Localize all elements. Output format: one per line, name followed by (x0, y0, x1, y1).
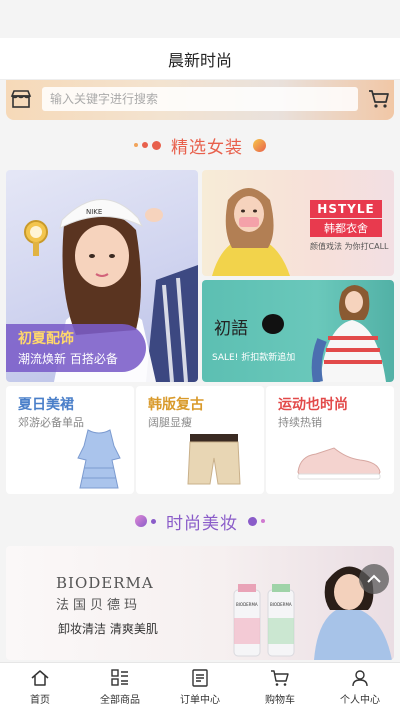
promo-card-chuyu[interactable]: 初語 SALE! 折扣款新追加 (202, 280, 394, 382)
sale-text: SALE! 折扣款新追加 (212, 353, 296, 363)
top-header: 晨新时尚 (0, 38, 400, 80)
shorts-image (187, 434, 241, 485)
decor-dots-left (134, 140, 161, 150)
eye-logo-icon (262, 314, 284, 334)
decor-dots-right (248, 516, 265, 526)
bottom-nav: 首页 全部商品 订单中心 购物车 个人中心 (0, 662, 400, 710)
promo-tag-title: 初夏配饰 (18, 331, 74, 347)
page-title: 晨新时尚 (167, 50, 232, 70)
category-subtitle: 持续热销 (278, 416, 322, 429)
promo-card-accessories[interactable]: NIKE 初夏配饰 潮流焕新 百搭必备 (6, 170, 198, 382)
nav-item-orders[interactable]: 订单中心 (160, 663, 240, 710)
nav-label: 订单中心 (180, 694, 220, 706)
app-screen: 晨新时尚 精选女装 (0, 0, 400, 710)
brand-slogan: 卸妆清洁 清爽美肌 (58, 622, 158, 636)
brand-badge: HSTYLE 韩都衣舍 颜值戏法 为你打CALL (310, 200, 389, 252)
cart-icon (271, 669, 289, 686)
cap-logo-text: NIKE (86, 208, 102, 216)
section-title-text: 时尚美妆 (166, 513, 238, 534)
category-title: 夏日美裙 (18, 397, 74, 413)
cart-icon[interactable] (364, 84, 394, 114)
section-title-women: 精选女装 (0, 130, 400, 160)
brand-name: HSTYLE (310, 200, 382, 218)
promo-card-hstyle[interactable]: HSTYLE 韩都衣舍 颜值戏法 为你打CALL (202, 170, 394, 276)
search-bar (6, 84, 394, 114)
decor-dots-right (253, 138, 266, 152)
promo-card-bioderma[interactable]: BIODERMA 法国贝德玛 卸妆清洁 清爽美肌 BIODERMA BIODER… (6, 546, 394, 660)
brand-subname: 韩都衣舍 (310, 219, 382, 237)
bottle-label: BIODERMA (236, 602, 258, 607)
category-card-retro[interactable]: 韩版复古 阔腿显瘦 (136, 386, 264, 494)
order-icon (192, 668, 208, 687)
category-title: 运动也时尚 (278, 397, 348, 413)
search-input[interactable] (42, 87, 358, 111)
chevron-up-icon (367, 574, 381, 583)
category-card-sport[interactable]: 运动也时尚 持续热销 (266, 386, 394, 494)
brand-name: BIODERMA (56, 574, 154, 592)
nav-label: 首页 (30, 694, 50, 706)
decor-dots-left (135, 515, 156, 527)
sneaker-image (297, 447, 381, 480)
section-title-beauty: 时尚美妆 (0, 506, 400, 536)
section-title-text: 精选女装 (171, 137, 243, 158)
nav-item-profile[interactable]: 个人中心 (320, 663, 400, 710)
promo-tag: 初夏配饰 潮流焕新 百搭必备 (6, 324, 146, 372)
promo-tag-subtitle: 潮流焕新 百搭必备 (18, 352, 118, 366)
category-subtitle: 阔腿显瘦 (148, 416, 192, 429)
nav-label: 全部商品 (100, 694, 140, 706)
brand-name-cn: 法国贝德玛 (56, 598, 142, 613)
brand-slogan: 颜值戏法 为你打CALL (310, 242, 389, 251)
bottle-label: BIODERMA (270, 602, 292, 607)
home-icon (31, 669, 49, 686)
nav-label: 个人中心 (340, 694, 380, 706)
shop-icon[interactable] (6, 84, 36, 114)
nav-item-all-products[interactable]: 全部商品 (80, 663, 160, 710)
grid-list-icon (111, 668, 128, 686)
scroll-to-top-button[interactable] (359, 564, 389, 594)
nav-label: 购物车 (265, 694, 295, 706)
brand-name: 初語 (214, 319, 248, 339)
user-icon (352, 669, 368, 686)
nav-item-cart[interactable]: 购物车 (240, 663, 320, 710)
category-title: 韩版复古 (148, 397, 204, 413)
nav-item-home[interactable]: 首页 (0, 663, 80, 710)
category-card-dress[interactable]: 夏日美裙 郊游必备单品 (6, 386, 134, 494)
dress-image (77, 429, 121, 489)
